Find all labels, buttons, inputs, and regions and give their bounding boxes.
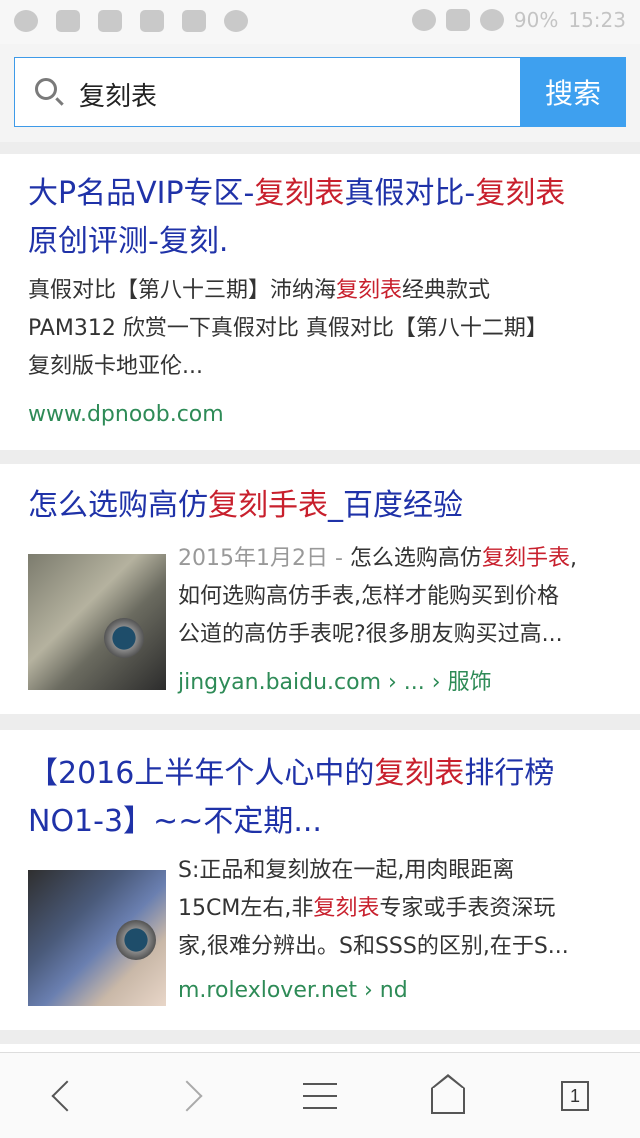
tabs-button[interactable]: 1 [550,1073,600,1119]
clock-time: 15:23 [568,8,626,32]
result-title-link[interactable]: 【2016上半年个人心中的复刻表排行榜 NO1-3】~~不定期... [28,750,612,846]
search-bar: 复刻表 搜索 [0,44,640,142]
result-card-partial [0,1044,640,1052]
chevron-left-icon [51,1080,83,1112]
result-title-link[interactable]: 大P名品VIP专区-复刻表真假对比-复刻表 原创评测-复刻. [28,170,612,266]
chevron-right-icon [171,1080,203,1112]
security-icon [182,10,206,32]
result-card[interactable]: 【2016上半年个人心中的复刻表排行榜 NO1-3】~~不定期... S:正品和复… [0,730,640,1030]
search-icon [35,78,57,100]
watch-image [116,920,156,960]
tab-count-badge: 1 [561,1081,589,1111]
result-description: S:正品和复刻放在一起,用肉眼距离 15CM左右,非复刻表专家或手表资深玩 家,… [178,858,569,959]
home-icon [431,1074,465,1114]
result-description: 2015年1月2日 - 怎么选购高仿复刻手表, 如何选购高仿手表,怎样才能购买到… [178,546,577,647]
result-description: 真假对比【第八十三期】沛纳海复刻表经典款式 PAM312 欣赏一下真假对比 真假… [28,278,548,379]
back-button[interactable] [38,1073,88,1119]
cloud-icon [56,10,80,32]
system-icons: 90% 15:23 [411,8,626,32]
result-card[interactable]: 怎么选购高仿复刻手表_百度经验 2015年1月2日 - 怎么选购高仿复刻手表, … [0,464,640,714]
forward-button[interactable] [166,1073,216,1119]
status-bar: 90% 15:23 [0,0,640,44]
settings-icon [224,10,248,32]
search-query: 复刻表 [79,82,158,112]
signal-icon [445,9,470,31]
notification-icons [14,10,248,32]
result-title-link[interactable]: 怎么选购高仿复刻手表_百度经验 [28,482,612,530]
result-card[interactable]: 大P名品VIP专区-复刻表真假对比-复刻表 原创评测-复刻. 真假对比【第八十三期… [0,154,640,450]
home-button[interactable] [423,1073,473,1119]
result-thumbnail[interactable] [28,870,166,1006]
bottom-nav: 1 [0,1052,640,1138]
result-url[interactable]: m.rolexlover.net › nd [178,978,408,1003]
battery-icon [479,9,504,31]
menu-icon [303,1083,337,1109]
browser-page: 90% 15:23 复刻表 搜索 大P名品VIP专区-复刻表真假对比-复刻表 原创… [0,0,640,1138]
image-icon [140,10,164,32]
result-url[interactable]: jingyan.baidu.com › ... › 服饰 [178,664,492,696]
search-button[interactable]: 搜索 [520,57,626,127]
search-input[interactable]: 复刻表 [14,57,520,127]
result-thumbnail[interactable] [28,554,166,690]
battery-percent: 90% [513,8,559,32]
result-url[interactable]: www.dpnoob.com [28,402,224,427]
chat-icon [14,10,38,32]
watch-image [104,618,144,658]
do-not-disturb-icon [411,9,436,31]
menu-button[interactable] [295,1073,345,1119]
alarm-icon [98,10,122,32]
